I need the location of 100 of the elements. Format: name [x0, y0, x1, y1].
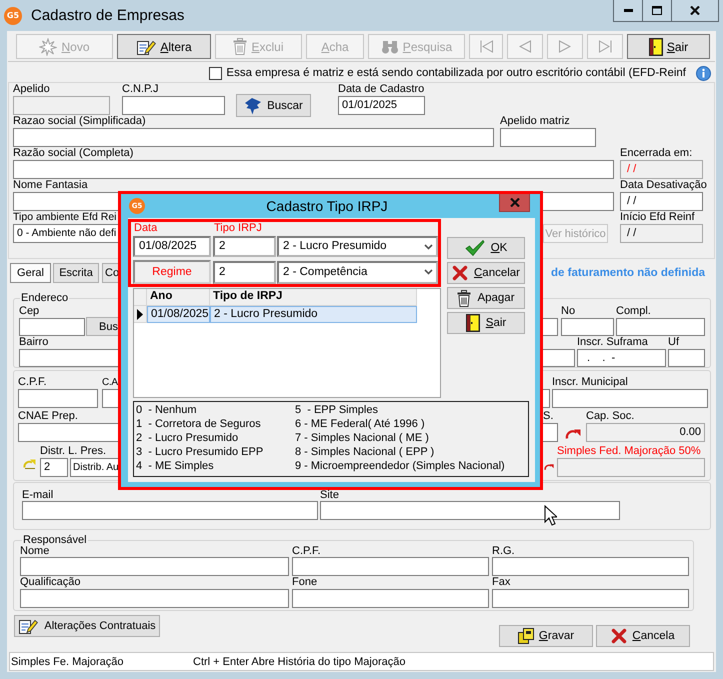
- input-field[interactable]: . . -: [577, 349, 666, 367]
- window-title: Cadastro de Empresas: [31, 7, 184, 25]
- field-label: Compl.: [616, 305, 652, 318]
- table-cell[interactable]: 01/08/2025: [147, 306, 210, 323]
- legend-text: 4 - ME Simples: [136, 459, 215, 473]
- input-field[interactable]: [543, 389, 550, 408]
- info-icon: [696, 66, 711, 80]
- field-label: Site: [320, 490, 340, 501]
- input-field[interactable]: [18, 423, 120, 442]
- check-icon: [464, 240, 485, 256]
- input-field[interactable]: [500, 128, 596, 147]
- ok-button[interactable]: OK: [447, 237, 525, 259]
- legend-text: 0 - Nenhum: [136, 403, 198, 417]
- first-icon: [480, 40, 492, 53]
- field-label: C.N.P.J: [122, 83, 160, 96]
- legend-text: 8 - Simples Nacional ( EPP ): [295, 445, 436, 459]
- chevron-down-icon: [424, 269, 433, 275]
- field-label: Inscr. Municipal: [552, 376, 629, 389]
- input-field[interactable]: [668, 349, 705, 367]
- dialog-title: Cadastro Tipo IRPJ: [266, 197, 388, 216]
- dropdown-field[interactable]: 2 - Lucro Presumido: [277, 236, 438, 257]
- input-field[interactable]: [18, 389, 98, 408]
- dropdown-field[interactable]: 2 - Competência: [277, 260, 438, 284]
- cross-icon: [452, 265, 468, 281]
- input-field[interactable]: [320, 501, 620, 520]
- field-label: Data: [134, 222, 158, 235]
- search-button[interactable]: Bus: [86, 317, 120, 336]
- field-label: Apelido matriz: [500, 115, 571, 128]
- field-label: Cap. Soc.: [586, 410, 636, 423]
- edit-button[interactable]: Altera: [117, 34, 211, 59]
- field-label: Tipo IRPJ: [214, 222, 262, 235]
- close-icon: [690, 6, 700, 15]
- trash-icon: [457, 290, 472, 306]
- curved-arrow-icon: [23, 459, 36, 469]
- contract-changes-button[interactable]: Alterações Contratuais: [14, 615, 160, 637]
- field-label: Cep: [19, 305, 40, 318]
- input-field[interactable]: [543, 349, 575, 367]
- field-label: S.: [543, 410, 554, 423]
- dropdown-field[interactable]: Distrib. Au: [70, 458, 120, 477]
- input-field[interactable]: [292, 589, 489, 608]
- input-field[interactable]: [13, 128, 494, 147]
- code-field[interactable]: 2: [213, 236, 276, 257]
- column-header: Tipo de IRPJ: [210, 289, 417, 306]
- input-field[interactable]: [492, 589, 689, 608]
- field-label: C.P.F.: [18, 376, 48, 389]
- field-label: Inscr. Suframa: [577, 336, 649, 349]
- input-field[interactable]: [19, 318, 85, 336]
- field-label: CNAE Prep.: [18, 410, 79, 423]
- input-field[interactable]: [616, 318, 705, 336]
- close-button[interactable]: [672, 0, 719, 22]
- input-field[interactable]: [492, 557, 689, 576]
- notice-text: de faturamento não definida: [551, 266, 705, 281]
- dropdown-field[interactable]: 0 - Ambiente não defi: [13, 224, 120, 243]
- input-field[interactable]: [543, 318, 558, 336]
- maximize-button[interactable]: [643, 0, 672, 22]
- input-field[interactable]: [561, 318, 614, 336]
- field-label: Razão social (Completa): [13, 147, 134, 160]
- tab[interactable]: Geral: [10, 263, 51, 283]
- input-field[interactable]: [292, 557, 489, 576]
- exit-button[interactable]: Sair: [447, 312, 525, 334]
- table-cell[interactable]: 2 - Lucro Presumido: [210, 306, 417, 323]
- minimize-button[interactable]: [613, 0, 643, 22]
- date-field[interactable]: / /: [620, 192, 703, 211]
- field-label: No: [561, 305, 576, 318]
- code-field[interactable]: 2: [40, 458, 68, 477]
- chevron-down-icon: [424, 244, 433, 250]
- document-pencil-icon: [18, 617, 38, 635]
- field-label: Fax: [492, 576, 512, 589]
- cancel-button[interactable]: Cancela: [596, 625, 690, 647]
- date-field[interactable]: 01/01/2025: [338, 96, 425, 115]
- input-field[interactable]: [20, 589, 289, 608]
- rotate-icon: [544, 463, 554, 471]
- tab[interactable]: Escrita: [53, 263, 99, 283]
- field-label: Regime: [133, 260, 211, 284]
- search-button[interactable]: Buscar: [236, 94, 311, 117]
- save-button[interactable]: Gravar: [499, 625, 593, 647]
- cancel-button[interactable]: Cancelar: [447, 262, 525, 284]
- checkbox[interactable]: [209, 66, 222, 80]
- input-field[interactable]: [543, 423, 558, 442]
- legend-text: 1 - Corretora de Seguros: [136, 417, 262, 431]
- mouse-pointer-icon: [544, 505, 557, 526]
- input-field[interactable]: [22, 501, 318, 520]
- field-label: Início Efd Reinf: [620, 211, 696, 224]
- input-field[interactable]: [19, 349, 120, 367]
- row-header[interactable]: [134, 306, 147, 323]
- legend-text: 5 - EPP Simples: [295, 403, 379, 417]
- door-icon: [648, 38, 663, 56]
- delete-button[interactable]: Apagar: [447, 287, 525, 309]
- cross-icon: [611, 628, 628, 644]
- exit-button[interactable]: Sair: [627, 34, 710, 59]
- checkbox-label: Essa empresa é matriz e está sendo contabilizada por outro escritório contábil (EFD-Reinf: [226, 67, 686, 79]
- input-field[interactable]: [552, 389, 708, 408]
- input-field[interactable]: [122, 96, 225, 115]
- column-header: Ano: [147, 289, 210, 306]
- close-icon: [510, 198, 520, 207]
- date-field[interactable]: 01/08/2025: [133, 236, 211, 257]
- code-field[interactable]: 2: [213, 260, 276, 284]
- field-label: Fone: [292, 576, 318, 589]
- input-field[interactable]: [13, 160, 614, 179]
- input-field[interactable]: [20, 557, 289, 576]
